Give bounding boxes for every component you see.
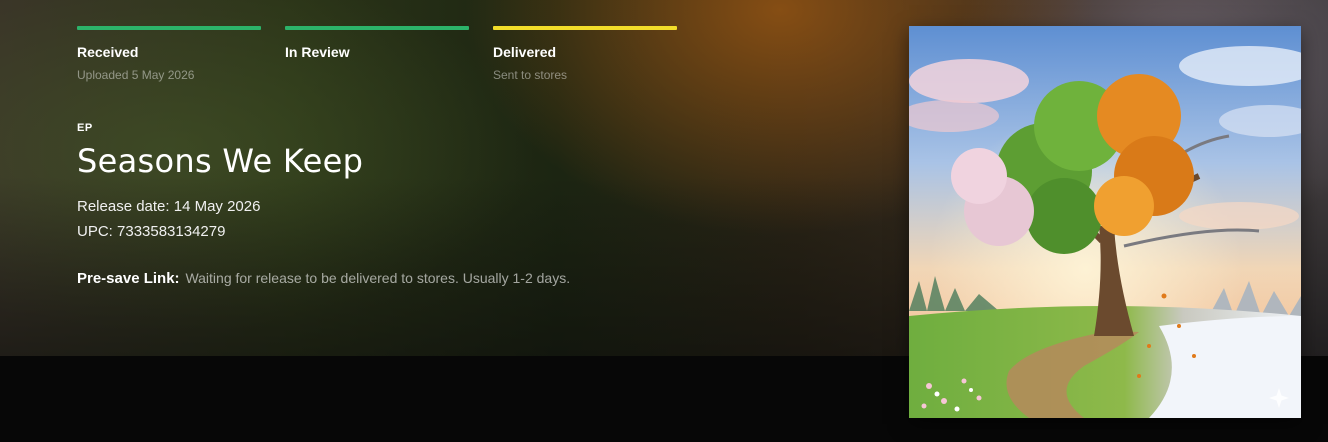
- presave-link: Pre-save Link: Waiting for release to be…: [77, 270, 570, 287]
- delivery-progress: Received Uploaded 5 May 2026 In Review D…: [77, 26, 677, 82]
- stage-received-subtext: Uploaded 5 May 2026: [77, 68, 195, 82]
- stage-in-review-bar: [285, 26, 469, 30]
- release-title: Seasons We Keep: [77, 142, 364, 180]
- cover-art-image: [909, 26, 1301, 418]
- cover-art[interactable]: [909, 26, 1301, 418]
- release-info: EP Seasons We Keep Release date: 14 May …: [77, 122, 570, 287]
- release-date: Release date: 14 May 2026: [77, 198, 261, 215]
- stage-in-review-label: In Review: [285, 44, 350, 60]
- stage-in-review: In Review: [285, 26, 469, 82]
- stage-received-bar: [77, 26, 261, 30]
- stage-in-review-subtext: [285, 68, 469, 82]
- stage-delivered: Delivered Sent to stores: [493, 26, 677, 82]
- release-upc: UPC: 7333583134279: [77, 223, 226, 240]
- stage-delivered-label: Delivered: [493, 44, 557, 60]
- stage-received: Received Uploaded 5 May 2026: [77, 26, 261, 82]
- stage-delivered-subtext: Sent to stores: [493, 68, 568, 82]
- stage-received-label: Received: [77, 44, 139, 60]
- stage-delivered-bar: [493, 26, 677, 30]
- presave-label: Pre-save Link:: [77, 270, 180, 287]
- release-type: EP: [77, 122, 93, 134]
- release-meta: Release date: 14 May 2026 UPC: 733358313…: [77, 194, 570, 244]
- presave-status: Waiting for release to be delivered to s…: [185, 270, 571, 286]
